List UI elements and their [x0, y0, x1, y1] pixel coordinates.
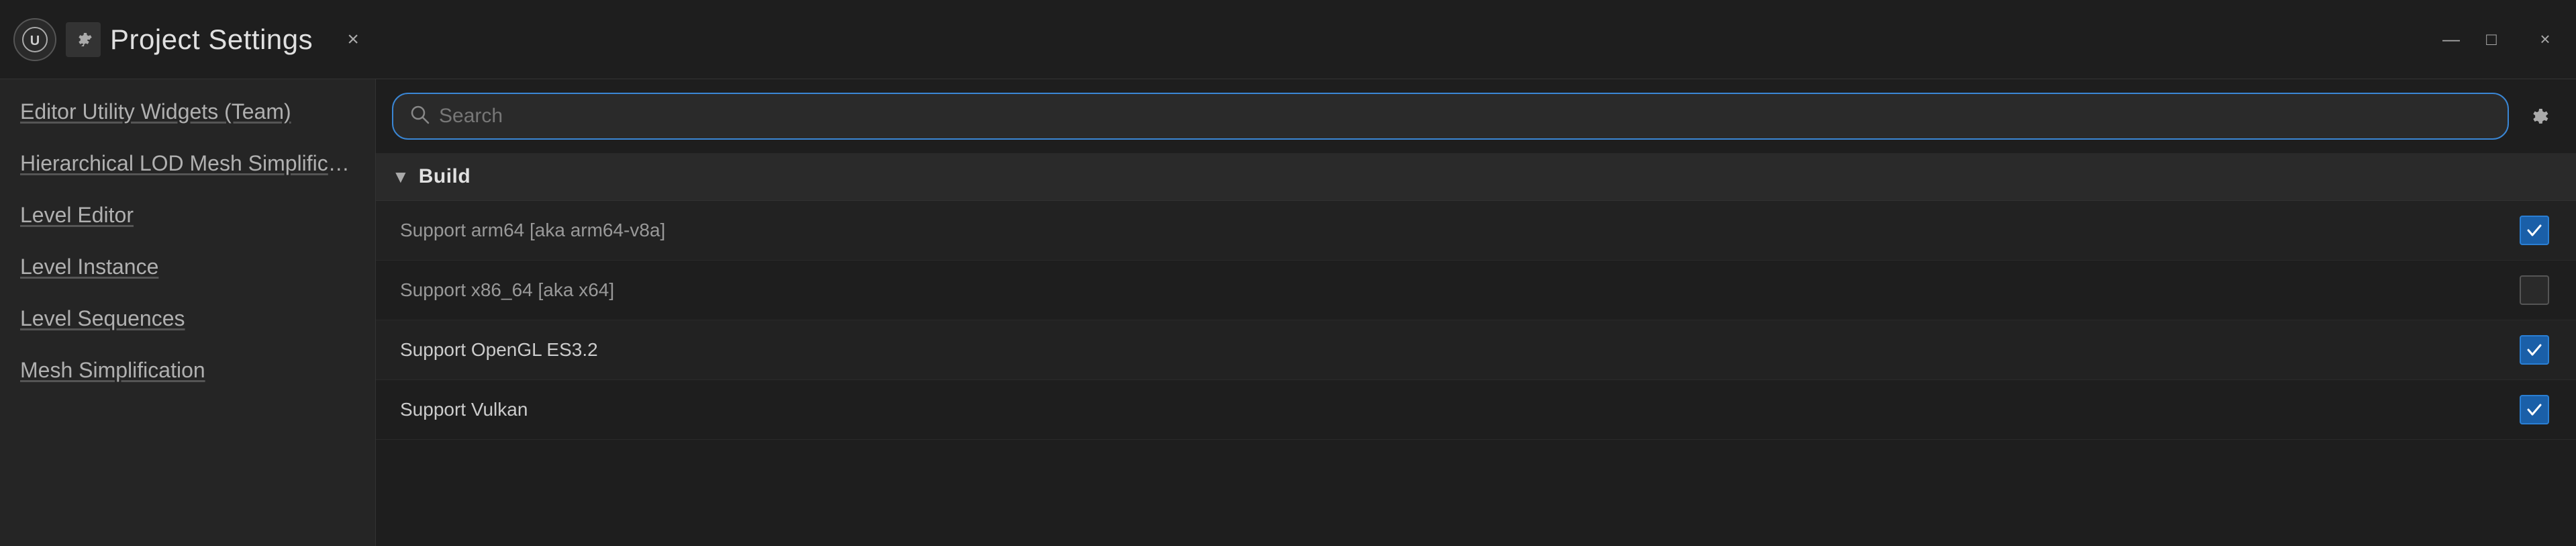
checkbox-checked-arm64	[2520, 216, 2549, 245]
checkbox-opengl[interactable]	[2517, 332, 2552, 367]
search-bar-container	[376, 79, 2576, 153]
setting-label-arm64: Support arm64 [aka arm64-v8a]	[400, 220, 2517, 241]
checkbox-vulkan[interactable]	[2517, 392, 2552, 427]
search-icon	[409, 104, 430, 129]
section-collapse-arrow: ▼	[392, 167, 409, 187]
checkbox-unchecked-x86	[2520, 275, 2549, 305]
setting-row-vulkan: Support Vulkan	[376, 380, 2576, 440]
setting-label-opengl: Support OpenGL ES3.2	[400, 339, 2517, 361]
build-section-header[interactable]: ▼ Build	[376, 153, 2576, 201]
setting-label-vulkan: Support Vulkan	[400, 399, 2517, 420]
setting-row-x86: Support x86_64 [aka x64]	[376, 261, 2576, 320]
build-section-title: Build	[419, 165, 471, 188]
window-title: Project Settings	[110, 24, 313, 56]
checkbox-x86[interactable]	[2517, 273, 2552, 308]
settings-icon	[66, 22, 101, 57]
title-bar-controls: — □ ×	[2434, 22, 2563, 57]
window-close-button[interactable]: ×	[2528, 22, 2563, 57]
title-bar-left: U Project Settings ×	[13, 18, 370, 61]
setting-row-arm64: Support arm64 [aka arm64-v8a]	[376, 201, 2576, 261]
settings-content: ▼ Build Support arm64 [aka arm64-v8a] Su…	[376, 153, 2576, 546]
sidebar: Editor Utility Widgets (Team) Hierarchic…	[0, 79, 376, 546]
main-content: Editor Utility Widgets (Team) Hierarchic…	[0, 79, 2576, 546]
sidebar-item-editor-utility-widgets[interactable]: Editor Utility Widgets (Team)	[0, 86, 375, 138]
checkbox-arm64[interactable]	[2517, 213, 2552, 248]
sidebar-item-level-sequences[interactable]: Level Sequences	[0, 293, 375, 345]
ue-logo-icon: U	[13, 18, 56, 61]
right-panel: ▼ Build Support arm64 [aka arm64-v8a] Su…	[376, 79, 2576, 546]
checkbox-checked-vulkan	[2520, 395, 2549, 424]
maximize-button[interactable]: □	[2474, 22, 2509, 57]
search-input[interactable]	[439, 105, 2491, 128]
setting-row-opengl: Support OpenGL ES3.2	[376, 320, 2576, 380]
settings-gear-button[interactable]	[2517, 95, 2560, 138]
svg-text:U: U	[30, 34, 40, 48]
title-bar: U Project Settings × — □ ×	[0, 0, 2576, 79]
close-button[interactable]: ×	[336, 22, 370, 57]
sidebar-item-level-editor[interactable]: Level Editor	[0, 189, 375, 241]
search-input-wrapper	[392, 93, 2509, 140]
minimize-button[interactable]: —	[2434, 22, 2469, 57]
sidebar-item-mesh-simplification[interactable]: Mesh Simplification	[0, 345, 375, 396]
sidebar-item-level-instance[interactable]: Level Instance	[0, 241, 375, 293]
sidebar-item-hierarchical-lod[interactable]: Hierarchical LOD Mesh Simplification	[0, 138, 375, 189]
setting-label-x86: Support x86_64 [aka x64]	[400, 279, 2517, 301]
checkbox-checked-opengl	[2520, 335, 2549, 365]
